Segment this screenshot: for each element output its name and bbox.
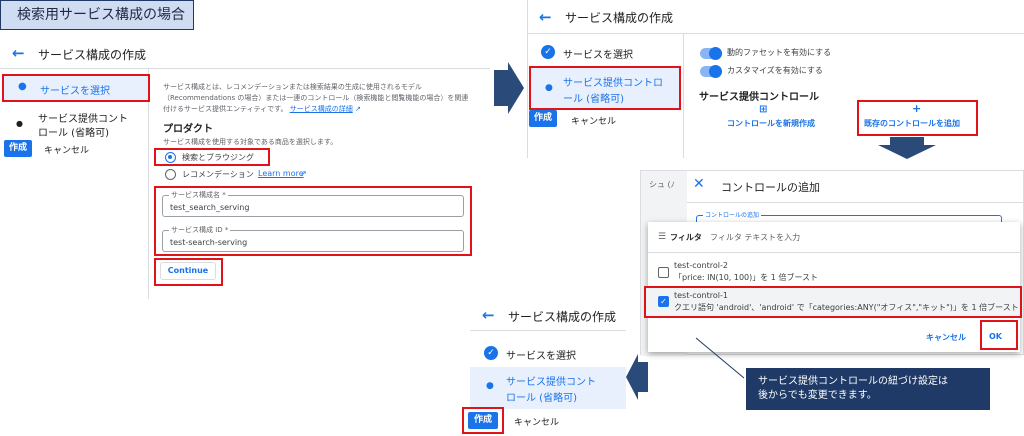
ok-button[interactable]: OK (989, 332, 1002, 341)
completed-check-icon: ✓ (484, 346, 498, 360)
flow-arrow-left-icon (626, 354, 648, 400)
step-label[interactable]: サービス提供コント (38, 110, 128, 125)
background-peek-text: シュ (ﾉ (649, 180, 675, 189)
step-label: ール (省略可) (563, 94, 624, 105)
filter-input[interactable]: フィルタ テキストを入力 (710, 232, 800, 243)
radio-label: レコメンデーション (182, 170, 254, 179)
filter-icon: ☰ (658, 232, 667, 242)
create-button[interactable]: 作成 (4, 140, 32, 157)
step-serving-controls[interactable]: ● サービス提供コントロ ール (省略可) (529, 66, 681, 110)
plus-icon: + (912, 102, 922, 115)
control-name: test-control-2 (674, 261, 728, 270)
intro-text: （Recommendations の場合）または一連のコントロール（検索機能と閲… (163, 94, 469, 102)
note-callout: サービス提供コントロールの紐づけ設定は 後からでも変更できます。 (746, 368, 990, 410)
page-title: サービス構成の作成 (38, 48, 147, 62)
current-step-dot-icon: ● (18, 81, 27, 92)
page-title: サービス構成の作成 (508, 310, 617, 324)
pending-step-dot-icon: ● (16, 119, 23, 128)
create-button[interactable]: 作成 (468, 412, 498, 429)
step-label[interactable]: サービスを選択 (563, 46, 633, 61)
continue-button[interactable]: Continue (160, 262, 216, 280)
panel-select-service: ← サービス構成の作成 ● サービスを選択 ● サービス提供コント ロール (省… (0, 36, 490, 300)
control-picker-popup: ☰ フィルタ フィルタ テキストを入力 test-control-2 「pric… (644, 222, 1022, 352)
completed-check-icon: ✓ (541, 45, 555, 59)
personalization-toggle[interactable] (700, 65, 722, 78)
back-arrow-icon[interactable]: ← (482, 306, 495, 324)
toggle-label: 動的ファセットを有効にする (727, 48, 832, 57)
field-label: コントロールの追加 (703, 210, 762, 219)
filter-label: フィルタ (670, 233, 702, 242)
control-name: test-control-1 (674, 291, 728, 300)
dynamic-facets-toggle[interactable] (700, 47, 722, 60)
callout-connector (695, 337, 745, 379)
close-icon[interactable]: ✕ (693, 176, 705, 192)
flow-arrow-down-icon (878, 137, 936, 159)
control-description: クエリ語句 'android'、'android' で「categories:A… (674, 303, 1019, 312)
intro-text: サービス構成とは、レコメンデーションまたは検索結果の生成に使用されるモデル (163, 83, 422, 91)
cancel-button[interactable]: キャンセル (514, 415, 559, 428)
learn-more-link[interactable]: Learn more (258, 169, 304, 178)
cancel-button[interactable]: キャンセル (44, 143, 89, 156)
control-description: 「price: IN(10, 100)」を 1 倍ブースト (674, 273, 819, 282)
add-box-icon: ⊞ (759, 104, 768, 115)
service-config-details-link[interactable]: サービス構成の詳細 (290, 105, 353, 113)
product-heading: プロダクト (163, 124, 213, 135)
note-text: 後からでも変更できます。 (758, 390, 877, 401)
step-select-service[interactable]: ● サービスを選択 (2, 74, 150, 102)
control-checkbox[interactable] (658, 267, 669, 278)
create-button[interactable]: 作成 (529, 110, 557, 127)
control-checkbox[interactable]: ✓ (658, 296, 669, 307)
radio-search-browse[interactable] (165, 152, 176, 163)
back-arrow-icon[interactable]: ← (539, 8, 552, 26)
toggle-label: カスタマイズを有効にする (727, 66, 823, 75)
step-label[interactable]: ロール (省略可) (38, 124, 109, 139)
page-banner: 検索用サービス構成の場合 (0, 0, 194, 30)
current-step-dot-icon: ● (486, 381, 494, 391)
dialog-title: コントロールの追加 (721, 181, 820, 194)
external-link-icon: ↗ (354, 105, 361, 113)
step-label[interactable]: サービスを選択 (506, 347, 576, 362)
current-step-dot-icon: ● (545, 83, 553, 93)
section-heading: サービス提供コントロール (699, 92, 819, 103)
cancel-button[interactable]: キャンセル (571, 114, 616, 127)
field-label: サービス構成名 * (169, 190, 228, 201)
panel-serving-controls: ← サービス構成の作成 ✓ サービスを選択 ● サービス提供コントロ ール (省… (527, 0, 1024, 158)
note-text: サービス提供コントロールの紐づけ設定は (758, 376, 948, 387)
page-title: サービス構成の作成 (565, 11, 674, 25)
step-label: ロール (省略可) (506, 393, 577, 404)
service-config-name-field[interactable]: サービス構成名 * test_search_serving (162, 190, 464, 217)
radio-label: 検索とブラウジング (182, 153, 254, 162)
field-label: サービス構成 ID * (169, 225, 231, 236)
step-label: サービス提供コント (506, 377, 596, 388)
dialog-cancel-button[interactable]: キャンセル (926, 332, 966, 343)
panel-serving-controls-final: ← サービス構成の作成 ✓ サービスを選択 ● サービス提供コント ロール (省… (462, 300, 626, 436)
step-label: サービスを選択 (40, 86, 110, 97)
add-existing-control-button[interactable]: 既存のコントロールを追加 (864, 118, 960, 129)
field-value: test_search_serving (170, 203, 250, 212)
step-serving-controls[interactable]: ● サービス提供コント ロール (省略可) (470, 367, 626, 409)
create-new-control-button[interactable]: コントロールを新規作成 (727, 118, 815, 129)
product-description: サービス構成を使用する対象である商品を選択します。 (163, 138, 338, 146)
external-link-icon: ↗ (300, 169, 307, 178)
intro-text: 付けるサービス提供エンティティです。 サービス構成の詳細 ↗ (163, 105, 361, 113)
back-arrow-icon[interactable]: ← (12, 44, 25, 62)
step-label: サービス提供コントロ (563, 78, 663, 89)
service-config-id-field[interactable]: サービス構成 ID * test-search-serving (162, 225, 464, 252)
flow-arrow-right-icon (494, 62, 524, 114)
radio-recommendation[interactable] (165, 169, 176, 180)
field-value: test-search-serving (170, 238, 248, 247)
